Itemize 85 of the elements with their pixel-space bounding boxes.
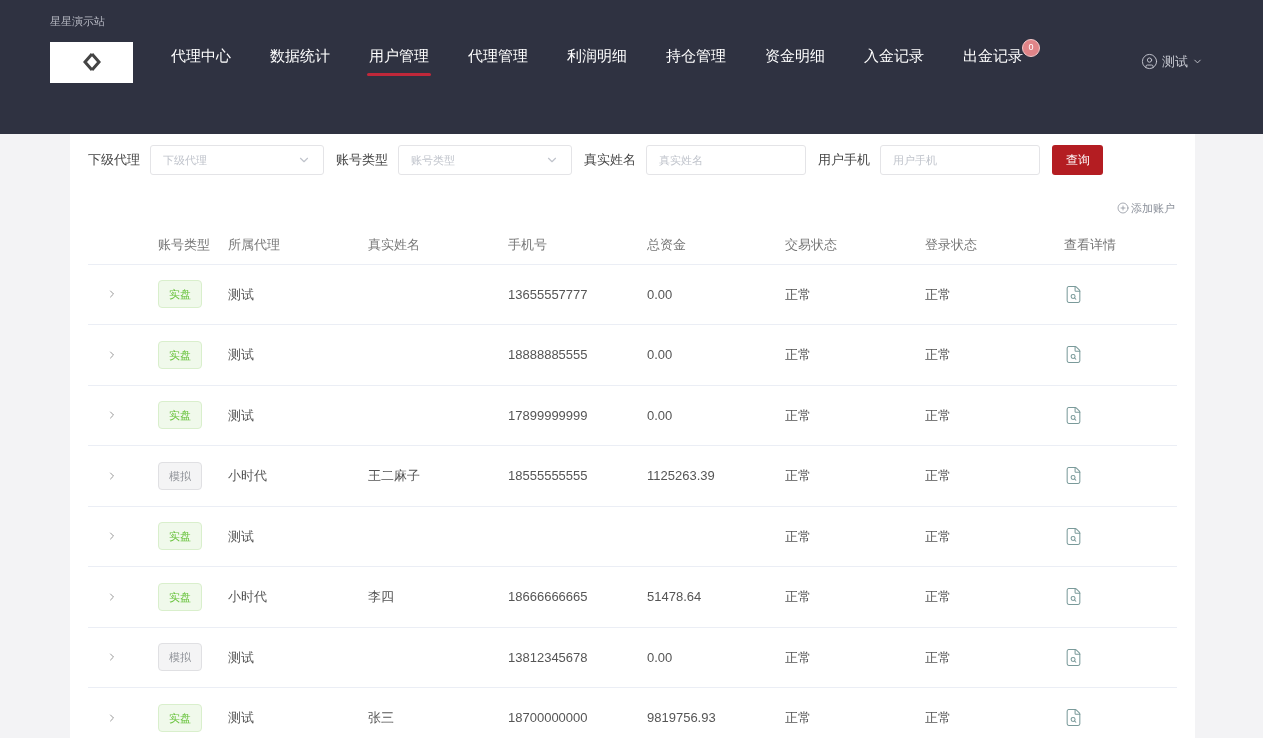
- table-cell: 正常: [925, 528, 951, 544]
- account-type-tag: 实盘: [158, 582, 202, 611]
- table-cell: 测试: [228, 710, 254, 725]
- count-badge: 0: [1022, 38, 1040, 57]
- column-header: 总资金: [647, 237, 686, 253]
- table-cell: 正常: [785, 347, 811, 362]
- nav-tab[interactable]: 入金记录: [864, 40, 963, 88]
- table-cell: 测试: [228, 649, 254, 665]
- nav-tab[interactable]: 利润明细: [567, 40, 666, 88]
- table-cell: 小时代: [228, 589, 267, 604]
- view-details-icon[interactable]: [1064, 466, 1083, 486]
- column-header: 查看详情: [1064, 237, 1116, 253]
- filter-label: 账号类型: [336, 151, 388, 170]
- add-icon: [1117, 202, 1129, 215]
- table-cell: 正常: [925, 589, 951, 604]
- table-cell: 测试: [228, 286, 254, 302]
- table-cell: 13655557777: [508, 286, 588, 302]
- account-type-tag: 实盘: [158, 522, 202, 551]
- table-cell: 正常: [925, 347, 951, 362]
- nav-tab[interactable]: 出金记录 0: [963, 40, 1062, 88]
- table-cell: 13812345678: [508, 649, 588, 665]
- table-cell: 18555555555: [508, 468, 588, 483]
- view-details-icon[interactable]: [1064, 405, 1083, 425]
- table-cell: 0.00: [647, 347, 673, 362]
- nav-tab[interactable]: 代理管理: [468, 40, 567, 88]
- table-cell: 测试: [228, 528, 254, 544]
- user-icon: [1141, 53, 1158, 71]
- table-cell: 正常: [925, 710, 951, 725]
- filter-label: 用户手机: [818, 151, 870, 170]
- table-cell: 李四: [368, 589, 394, 604]
- site-name: 星星演示站: [50, 14, 106, 29]
- view-details-icon[interactable]: [1064, 587, 1083, 607]
- table-cell: 0.00: [647, 649, 673, 665]
- nav-tab[interactable]: 资金明细: [765, 40, 864, 88]
- table-cell: 正常: [785, 468, 811, 483]
- table-cell: 正常: [925, 286, 951, 302]
- table-cell: 小时代: [228, 468, 267, 483]
- table-cell: 测试: [228, 407, 254, 423]
- table-cell: 51478.64: [647, 589, 702, 604]
- user-menu[interactable]: 测试: [1141, 52, 1203, 72]
- table-cell: 正常: [785, 589, 811, 604]
- account-type-tag: 模拟: [158, 461, 202, 490]
- table-cell: 1125263.39: [647, 468, 715, 483]
- nav-tab[interactable]: 持仓管理: [666, 40, 765, 88]
- table-cell: 正常: [785, 407, 811, 423]
- table-cell: 0.00: [647, 407, 673, 423]
- view-details-icon[interactable]: [1064, 647, 1083, 667]
- table-cell: 17899999999: [508, 407, 588, 423]
- table-cell: 9819756.93: [647, 710, 716, 725]
- account-type-tag: 实盘: [158, 703, 202, 732]
- table-cell: 王二麻子: [368, 468, 420, 483]
- table-cell: 正常: [925, 407, 951, 423]
- view-details-icon[interactable]: [1064, 345, 1083, 365]
- filter-label: 下级代理: [88, 151, 140, 170]
- table-cell: 正常: [925, 468, 951, 483]
- column-header: 所属代理: [228, 237, 280, 253]
- filter-label: 真实姓名: [584, 151, 636, 170]
- table-cell: 0.00: [647, 286, 673, 302]
- nav-tab[interactable]: 数据统计: [270, 40, 369, 88]
- table-cell: 18888885555: [508, 347, 588, 362]
- nav-tab[interactable]: 代理中心: [171, 40, 270, 88]
- column-header: 登录状态: [925, 237, 977, 253]
- table-cell: 正常: [785, 710, 811, 725]
- column-header: 交易状态: [785, 237, 837, 253]
- table-cell: 18666666665: [508, 589, 588, 604]
- view-details-icon[interactable]: [1064, 526, 1083, 546]
- table-cell: 正常: [785, 528, 811, 544]
- table-cell: 正常: [785, 649, 811, 665]
- account-type-tag: 实盘: [158, 280, 202, 309]
- add-account-link[interactable]: 添加账户: [1117, 200, 1175, 217]
- account-type-tag: 模拟: [158, 643, 202, 672]
- query-button[interactable]: 查询: [1052, 145, 1103, 175]
- table-cell: 正常: [785, 286, 811, 302]
- view-details-icon[interactable]: [1064, 284, 1083, 304]
- account-type-tag: 实盘: [158, 340, 202, 369]
- column-header: 账号类型: [158, 237, 210, 253]
- table-cell: 测试: [228, 347, 254, 362]
- table-cell: 张三: [368, 710, 394, 725]
- nav-tab[interactable]: 用户管理: [369, 40, 468, 88]
- view-details-icon[interactable]: [1064, 708, 1083, 728]
- account-type-tag: 实盘: [158, 401, 202, 430]
- column-header: 手机号: [508, 237, 547, 253]
- column-header: 真实姓名: [368, 237, 420, 253]
- table-cell: 正常: [925, 649, 951, 665]
- table-cell: 18700000000: [508, 710, 588, 725]
